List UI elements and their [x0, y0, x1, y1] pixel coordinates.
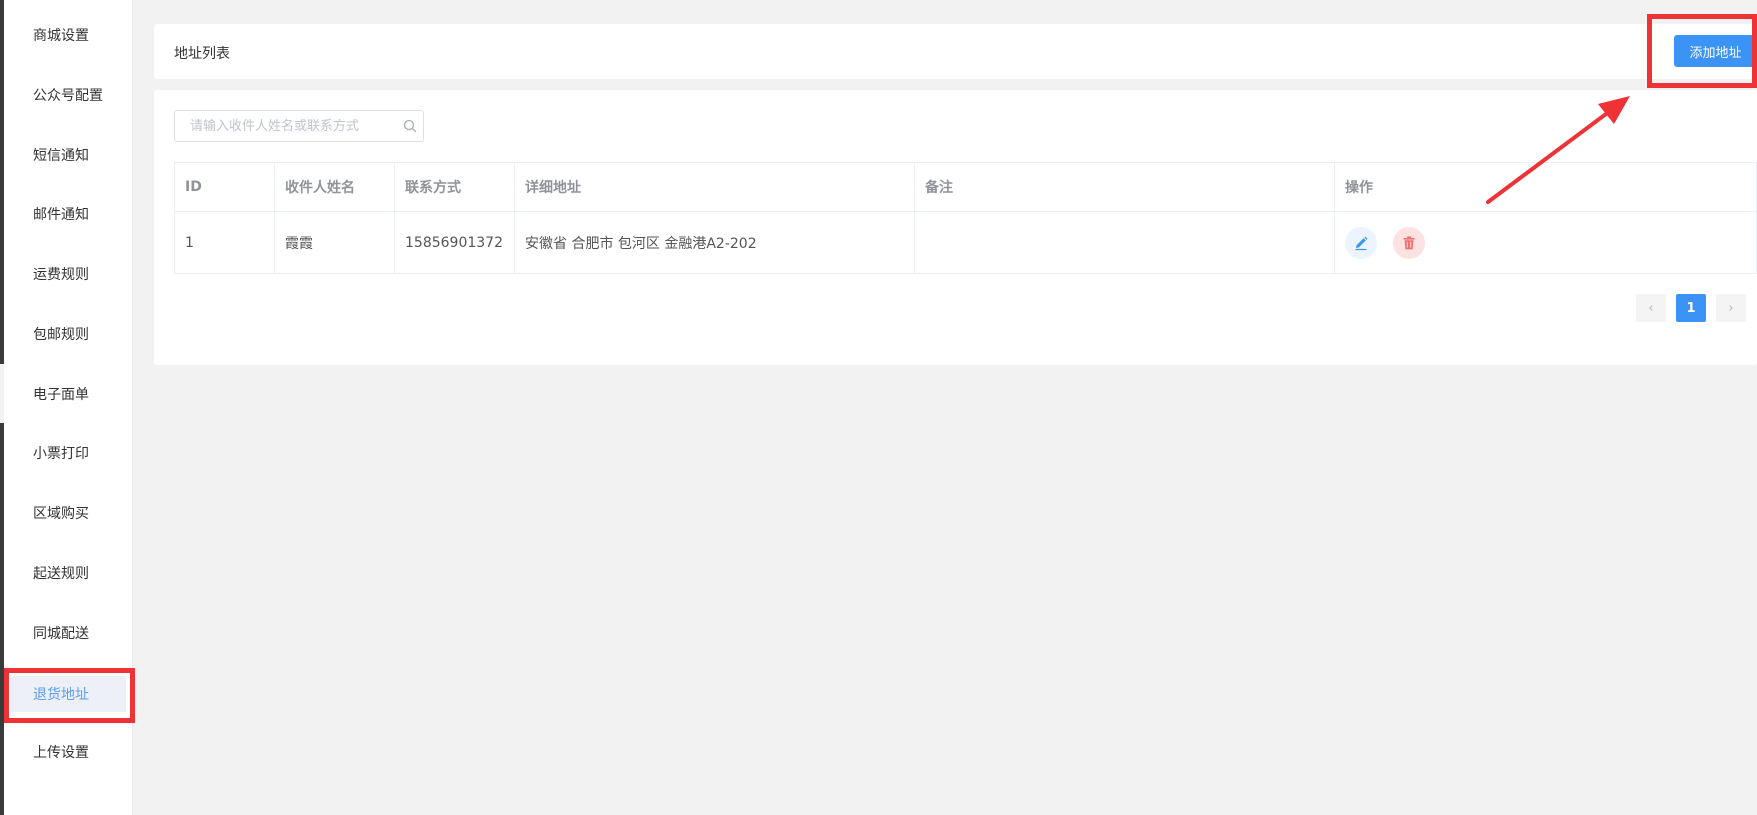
add-address-button[interactable]: 添加地址 — [1674, 35, 1757, 67]
sidebar-item-mall-settings[interactable]: 商城设置 — [10, 17, 126, 53]
search-icon[interactable] — [403, 119, 417, 133]
search-box — [174, 110, 424, 142]
sidebar-item-label: 退货地址 — [33, 687, 89, 703]
table-row: 1 霞霞 15856901372 安徽省 合肥市 包河区 金融港A2-202 — [174, 211, 1757, 274]
column-header-name: 收件人姓名 — [274, 162, 395, 212]
sidebar-item-shipping-rules[interactable]: 运费规则 — [10, 256, 126, 292]
sidebar-item-return-address[interactable]: 退货地址 — [10, 676, 126, 712]
column-header-address: 详细地址 — [514, 162, 915, 212]
sidebar-item-min-delivery[interactable]: 起送规则 — [10, 555, 126, 591]
sidebar-item-label: 邮件通知 — [33, 207, 89, 223]
sidebar-item-region-purchase[interactable]: 区域购买 — [10, 495, 126, 531]
page-header: 地址列表 添加地址 — [154, 24, 1757, 79]
sidebar-item-label: 短信通知 — [33, 148, 89, 164]
sidebar-item-label: 同城配送 — [33, 626, 89, 642]
pencil-icon — [1355, 236, 1368, 250]
sidebar-item-label: 运费规则 — [33, 267, 89, 283]
sidebar-item-free-shipping[interactable]: 包邮规则 — [10, 316, 126, 352]
address-list-panel: ID 收件人姓名 联系方式 详细地址 备注 操作 1 霞霞 1585690137… — [154, 90, 1757, 365]
cell-phone: 15856901372 — [394, 211, 515, 274]
column-header-phone: 联系方式 — [394, 162, 515, 212]
edit-button[interactable] — [1345, 226, 1377, 259]
search-input[interactable] — [175, 111, 395, 141]
pagination-next-button[interactable]: › — [1716, 294, 1746, 322]
cell-note — [914, 211, 1335, 274]
settings-sidebar: 商城设置 公众号配置 短信通知 邮件通知 运费规则 包邮规则 电子面单 小票打印… — [4, 0, 133, 815]
sidebar-item-upload-settings[interactable]: 上传设置 — [10, 734, 126, 770]
sidebar-item-label: 电子面单 — [33, 387, 89, 403]
sidebar-item-e-waybill[interactable]: 电子面单 — [10, 376, 126, 412]
pagination-page-1[interactable]: 1 — [1676, 294, 1706, 322]
column-header-id: ID — [174, 162, 275, 212]
trash-icon — [1403, 236, 1415, 249]
chevron-left-icon: ‹ — [1648, 300, 1654, 316]
pagination-prev-button[interactable]: ‹ — [1636, 294, 1666, 322]
address-table: ID 收件人姓名 联系方式 详细地址 备注 操作 1 霞霞 1585690137… — [174, 162, 1757, 274]
column-header-note: 备注 — [914, 162, 1335, 212]
sidebar-item-label: 公众号配置 — [33, 88, 103, 104]
delete-button[interactable] — [1393, 226, 1426, 259]
table-header-row: ID 收件人姓名 联系方式 详细地址 备注 操作 — [174, 162, 1757, 212]
sidebar-item-label: 商城设置 — [33, 28, 89, 44]
sidebar-item-label: 包邮规则 — [33, 327, 89, 343]
cell-address: 安徽省 合肥市 包河区 金融港A2-202 — [514, 211, 915, 274]
cell-actions — [1334, 211, 1757, 274]
sidebar-item-local-delivery[interactable]: 同城配送 — [10, 615, 126, 651]
sidebar-item-label: 上传设置 — [33, 745, 89, 761]
sidebar-item-label: 区域购买 — [33, 506, 89, 522]
column-header-actions: 操作 — [1334, 162, 1757, 212]
sidebar-item-receipt-print[interactable]: 小票打印 — [10, 435, 126, 471]
cell-name: 霞霞 — [274, 211, 395, 274]
sidebar-item-label: 小票打印 — [33, 446, 89, 462]
cell-id: 1 — [174, 211, 275, 274]
chevron-right-icon: › — [1728, 300, 1734, 316]
sidebar-item-official-account[interactable]: 公众号配置 — [10, 77, 126, 113]
page-title: 地址列表 — [174, 46, 230, 62]
sidebar-item-sms-notice[interactable]: 短信通知 — [10, 137, 126, 173]
sidebar-item-label: 起送规则 — [33, 566, 89, 582]
sidebar-item-email-notice[interactable]: 邮件通知 — [10, 196, 126, 232]
